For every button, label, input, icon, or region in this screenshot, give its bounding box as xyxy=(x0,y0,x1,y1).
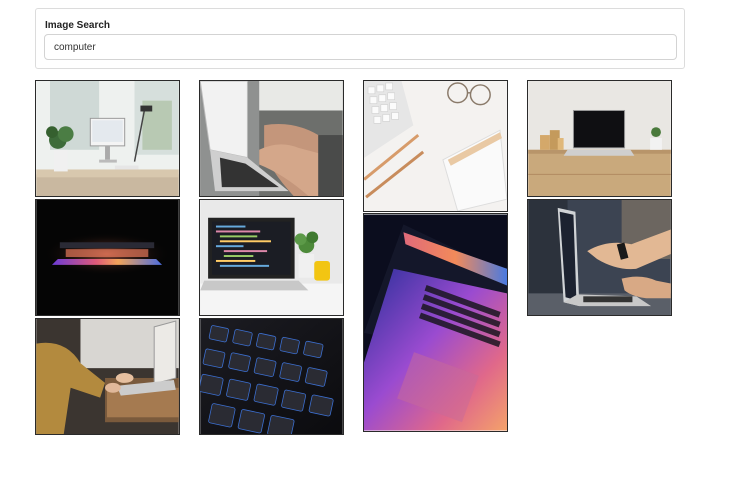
search-input[interactable] xyxy=(44,34,677,60)
laptop-table-image xyxy=(528,81,671,196)
search-panel: Image Search xyxy=(35,8,685,69)
image-result[interactable] xyxy=(199,318,344,435)
image-result[interactable] xyxy=(199,199,344,316)
glowing-laptop-image xyxy=(36,200,179,315)
laptop-code-image xyxy=(200,200,343,315)
image-result[interactable] xyxy=(363,213,508,432)
image-result[interactable] xyxy=(363,80,508,212)
backlit-keyboard-image xyxy=(200,319,343,434)
image-result[interactable] xyxy=(199,80,344,197)
image-result[interactable] xyxy=(527,80,672,197)
desk-setup-image xyxy=(36,81,179,196)
search-label: Image Search xyxy=(45,20,111,31)
image-result[interactable] xyxy=(527,199,672,316)
image-result[interactable] xyxy=(35,318,180,435)
image-result[interactable] xyxy=(35,199,180,316)
typing-laptop-image xyxy=(200,81,343,196)
pointing-laptop-image xyxy=(528,200,671,315)
person-working-image xyxy=(36,319,179,434)
image-result[interactable] xyxy=(35,80,180,197)
keyboard-desk-image xyxy=(364,81,507,211)
laptop-closeup-image xyxy=(364,214,507,431)
